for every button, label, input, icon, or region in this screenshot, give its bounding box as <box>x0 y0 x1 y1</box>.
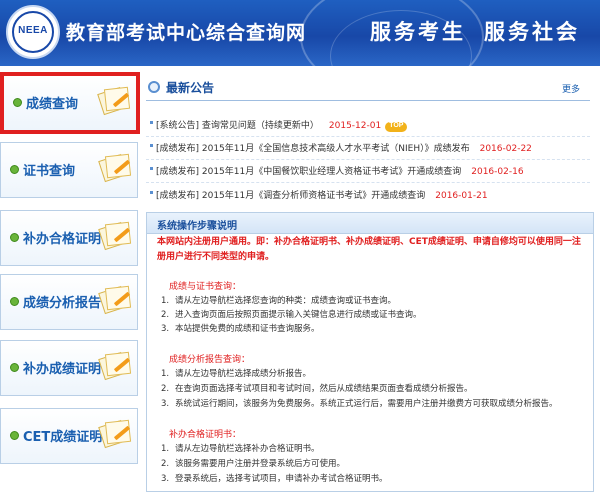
announcement-date: 2016-02-16 <box>471 167 524 177</box>
bullet-icon <box>10 165 19 174</box>
slogan-part: 服务社会 <box>484 19 580 44</box>
list-item: [成绩发布] 2015年11月《全国信息技术高级人才水平考试（NIEH）》成绩发… <box>146 137 590 160</box>
announcement-date: 2015-12-01 <box>328 121 382 131</box>
operation-steps-panel: 系统操作步骤说明 本网站内注册用户通用。即：补办合格证明书、补办成绩证明、CET… <box>146 212 594 492</box>
announcement-text: [成绩发布] 2015年11月《调查分析师资格证书考试》开通成绩查询 <box>156 191 426 201</box>
sidebar-item-score-analysis-report[interactable]: 成绩分析报告 <box>0 274 138 330</box>
bullet-icon <box>13 98 22 107</box>
announcement-text: [成绩发布] 2015年11月《中国餐饮职业经理人资格证书考试》开通成绩查询 <box>156 167 462 177</box>
section-title: 成绩分析报告查询： <box>169 355 251 365</box>
step-item: 3. 本站提供免费的成绩和证书查询服务。 <box>161 324 320 334</box>
step-text: 请从左边导航栏选择您查询的种类：成绩查询或证书查询。 <box>175 296 397 306</box>
sidebar-item-certificate-query[interactable]: 证书查询 <box>0 142 138 198</box>
step-item: 2. 进入查询页面后按照页面提示输入关键信息进行成绩或证书查询。 <box>161 310 422 320</box>
announcement-text: [系统公告] 查询常见问题（持续更新中） <box>156 121 319 131</box>
step-text: 进入查询页面后按照页面提示输入关键信息进行成绩或证书查询。 <box>175 310 422 320</box>
list-item: [成绩发布] 2015年11月《中国餐饮职业经理人资格证书考试》开通成绩查询 20… <box>146 160 590 183</box>
bullet-icon <box>150 144 153 147</box>
sidebar-item-label: 成绩分析报告 <box>23 296 102 311</box>
bullet-icon <box>10 431 19 440</box>
step-item: 3. 登录系统后，选择考试项目，申请补办考试合格证明书。 <box>161 474 388 484</box>
step-text: 请从左边导航栏选择补办合格证明书。 <box>175 444 320 454</box>
site-header: NEEA 教育部考试中心综合查询网 服务考生 服务社会 <box>0 0 600 66</box>
slogan-part: 服务考生 <box>370 19 466 44</box>
announcement-link[interactable]: [成绩发布] 2015年11月《全国信息技术高级人才水平考试（NIEH）》成绩发… <box>156 141 532 154</box>
list-item: [系统公告] 查询常见问题（持续更新中） 2015-12-01 TOP <box>146 114 590 137</box>
step-item: 2. 该服务需要用户注册并登录系统后方可使用。 <box>161 459 346 469</box>
step-text: 该服务需要用户注册并登录系统后方可使用。 <box>175 459 346 469</box>
panel-title: 系统操作步骤说明 <box>157 221 237 232</box>
sidebar-item-label: 成绩查询 <box>26 97 79 112</box>
site-title: 教育部考试中心综合查询网 <box>66 22 307 44</box>
sidebar-item-score-query[interactable]: 成绩查询 <box>0 72 140 134</box>
sidebar-item-label: 补办成绩证明 <box>23 362 102 377</box>
announcement-link[interactable]: [成绩发布] 2015年11月《调查分析师资格证书考试》开通成绩查询 2016-0… <box>156 188 488 201</box>
sidebar-item-reissue-score-proof[interactable]: 补办成绩证明 <box>0 340 138 396</box>
logo-text: NEEA <box>18 25 48 36</box>
bullet-icon <box>150 121 153 124</box>
top-badge: TOP <box>385 122 408 132</box>
documents-pen-icon <box>97 419 132 449</box>
step-item: 1. 请从左边导航栏选择成绩分析报告。 <box>161 369 312 379</box>
section-title: 补办合格证明书： <box>169 430 242 440</box>
sidebar-item-label: CET成绩证明 <box>23 430 103 445</box>
announcement-link[interactable]: [系统公告] 查询常见问题（持续更新中） 2015-12-01 TOP <box>156 118 408 132</box>
step-item: 2. 在查询页面选择考试项目和考试时间，然后从成绩结果页面查看成绩分析报告。 <box>161 384 473 394</box>
announcement-title: 最新公告 <box>166 81 215 95</box>
step-text: 系统试运行期间，该服务为免费服务。系统正式运行后，需要用户注册并缴费方可获取成绩… <box>175 399 558 409</box>
slogan: 服务考生 服务社会 <box>370 16 580 46</box>
step-text: 登录系统后，选择考试项目，申请补办考试合格证明书。 <box>175 474 388 484</box>
sidebar-item-reissue-certificate[interactable]: 补办合格证明书 <box>0 210 138 266</box>
bullet-icon <box>10 297 19 306</box>
sidebar-item-cet-score-proof[interactable]: CET成绩证明 <box>0 408 138 464</box>
section-title: 成绩与证书查询： <box>169 282 242 292</box>
announcement-date: 2016-01-21 <box>435 191 488 201</box>
step-item: 3. 系统试运行期间，该服务为免费服务。系统正式运行后，需要用户注册并缴费方可获取… <box>161 399 558 409</box>
neea-logo[interactable]: NEEA <box>6 5 60 59</box>
bullet-icon <box>10 233 19 242</box>
magnifier-document-icon <box>97 153 132 183</box>
announcement-date: 2016-02-22 <box>479 144 532 154</box>
announcement-header: 最新公告 更多 <box>146 76 590 101</box>
documents-pen-icon <box>97 221 132 251</box>
more-link[interactable]: 更多 <box>562 82 580 95</box>
bullet-icon <box>150 167 153 170</box>
laptop-icon <box>96 86 131 116</box>
documents-pen-icon <box>97 351 132 381</box>
announcement-link[interactable]: [成绩发布] 2015年11月《中国餐饮职业经理人资格证书考试》开通成绩查询 20… <box>156 164 524 177</box>
bullet-icon <box>150 191 153 194</box>
step-item: 1. 请从左边导航栏选择补办合格证明书。 <box>161 444 320 454</box>
step-item: 1. 请从左边导航栏选择您查询的种类：成绩查询或证书查询。 <box>161 296 397 306</box>
step-text: 在查询页面选择考试项目和考试时间，然后从成绩结果页面查看成绩分析报告。 <box>175 384 473 394</box>
intro-notice: 本网站内注册用户通用。即：补办合格证明书、补办成绩证明、CET成绩证明、申请自修… <box>157 237 581 262</box>
sidebar-item-label: 证书查询 <box>23 164 76 179</box>
announcement-icon <box>148 81 160 93</box>
step-text: 本站提供免费的成绩和证书查询服务。 <box>175 324 320 334</box>
panel-header: 系统操作步骤说明 <box>147 213 593 234</box>
announcement-text: [成绩发布] 2015年11月《全国信息技术高级人才水平考试（NIEH）》成绩发… <box>156 144 470 154</box>
report-pen-icon <box>97 285 132 315</box>
bullet-icon <box>10 363 19 372</box>
list-item: [成绩发布] 2015年11月《调查分析师资格证书考试》开通成绩查询 2016-0… <box>146 184 590 206</box>
step-text: 请从左边导航栏选择成绩分析报告。 <box>175 369 312 379</box>
